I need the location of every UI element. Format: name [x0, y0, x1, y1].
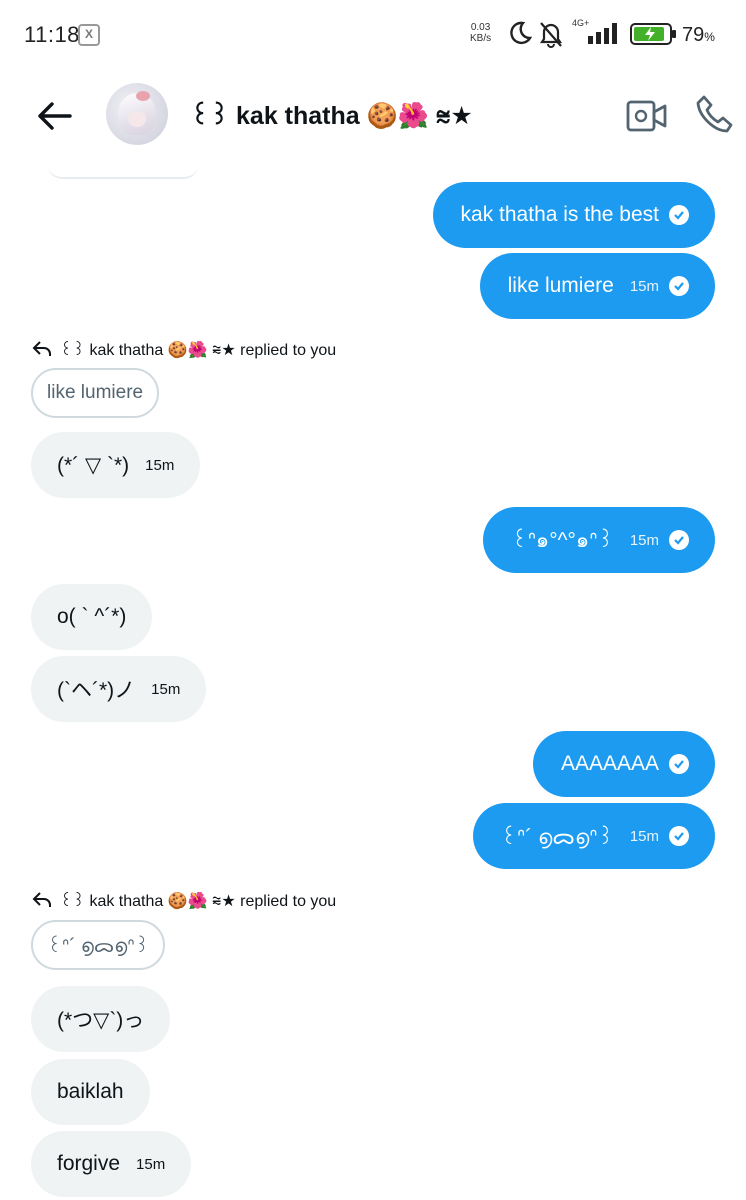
battery-charging-icon: [630, 23, 676, 45]
message-time: 15m: [629, 531, 659, 549]
outgoing-message[interactable]: ꒰ᐢ´ ൭ᯅ൭ᐢ꒱ 15m: [472, 803, 715, 869]
reply-arrow-icon: [32, 892, 51, 907]
incoming-message[interactable]: baiklah: [31, 1059, 150, 1125]
conversation-title[interactable]: ꒰꒱ kak thatha 🍪🌺 ⩬★: [190, 98, 473, 131]
incoming-message[interactable]: (*つ▽`)っ: [31, 986, 171, 1052]
read-check-icon: [669, 205, 689, 225]
do-not-disturb-moon-icon: [510, 21, 532, 45]
video-call-icon[interactable]: [626, 98, 668, 134]
voice-call-icon[interactable]: [694, 94, 736, 136]
incoming-message[interactable]: forgive 15m: [31, 1131, 192, 1197]
message-time: 15m: [629, 827, 659, 845]
network-speed: 0.03 KB/s: [470, 22, 492, 44]
reply-context-label: ꒰꒱ kak thatha 🍪🌺 ⩬★ replied to you: [32, 338, 336, 360]
outgoing-message[interactable]: AAAAAAA: [532, 731, 715, 797]
quoted-message[interactable]: ꒰ᐢ´ ൭ᯅ൭ᐢ꒱: [31, 920, 166, 970]
message-time: 15m: [629, 277, 659, 295]
incoming-message[interactable]: (`ヘ´*)ノ 15m: [31, 656, 207, 722]
reply-arrow-icon: [32, 341, 51, 356]
muted-bell-icon: [539, 22, 563, 48]
incoming-message[interactable]: (*´ ▽ `*) 15m: [31, 432, 201, 498]
network-type: 4G+: [572, 18, 590, 28]
x-app-notification-icon: X: [78, 24, 100, 46]
outgoing-message[interactable]: ꒰ᐢ๑°^°๑ᐢ꒱ 15m: [483, 507, 715, 573]
message-time: 15m: [145, 456, 175, 474]
outgoing-message[interactable]: like lumiere 15m: [479, 253, 715, 319]
reply-context-label: ꒰꒱ kak thatha 🍪🌺 ⩬★ replied to you: [32, 889, 336, 911]
signal-bars-icon: [588, 23, 617, 44]
avatar[interactable]: [106, 83, 168, 145]
incoming-message[interactable]: o( ` ^´*): [31, 584, 153, 650]
read-check-icon: [669, 826, 689, 846]
battery-percent: 79%: [682, 24, 715, 46]
message-time: 15m: [136, 1155, 166, 1173]
read-check-icon: [669, 276, 689, 296]
read-check-icon: [669, 754, 689, 774]
clock: 11:18: [24, 22, 80, 47]
previous-message-fragment: [48, 165, 198, 179]
read-check-icon: [669, 530, 689, 550]
status-bar: 11:18 X 0.03 KB/s 4G+ 79%: [0, 0, 746, 70]
back-arrow-icon[interactable]: [34, 96, 74, 136]
quoted-message[interactable]: like lumiere: [31, 368, 160, 418]
message-time: 15m: [151, 680, 181, 698]
outgoing-message[interactable]: kak thatha is the best: [432, 182, 715, 248]
chat-header: ꒰꒱ kak thatha 🍪🌺 ⩬★: [0, 70, 746, 170]
